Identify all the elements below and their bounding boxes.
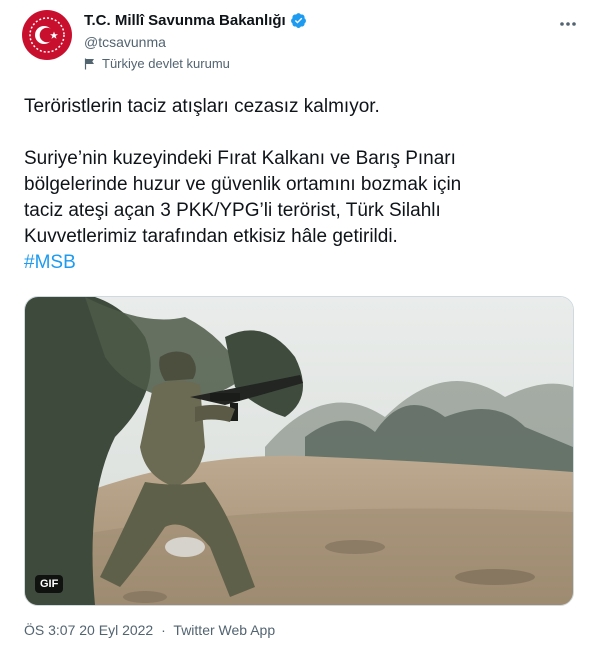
tweet-line: taciz ateşi açan 3 PKK/YPG’li terörist, …: [24, 200, 441, 221]
account-name-row: T.C. Millî Savunma Bakanlığı: [84, 12, 307, 29]
display-name[interactable]: T.C. Millî Savunma Bakanlığı: [84, 12, 286, 29]
affiliation-text: Türkiye devlet kurumu: [102, 56, 230, 71]
tweet-meta: ÖS 3:07 20 Eyl 2022 · Twitter Web App: [24, 622, 275, 638]
tweet-line: bölgelerinde huzur ve güvenlik ortamını …: [24, 174, 462, 195]
account-handle[interactable]: @tcsavunma: [84, 34, 166, 50]
more-dots-icon: [560, 22, 576, 26]
tweet-media-gif[interactable]: GIF: [24, 296, 574, 606]
account-avatar[interactable]: [22, 10, 72, 60]
tweet-date[interactable]: 20 Eyl 2022: [79, 622, 153, 638]
flag-icon: [84, 58, 94, 69]
tweet-line: Teröristlerin taciz atışları cezasız kal…: [24, 96, 380, 117]
gif-badge: GIF: [35, 575, 64, 593]
verified-badge-icon: [290, 13, 306, 28]
more-options-button[interactable]: [558, 14, 578, 34]
tweet-line: Suriye’nin kuzeyindeki Fırat Kalkanı ve …: [24, 148, 456, 169]
gif-image: [25, 297, 573, 605]
affiliation-label[interactable]: Türkiye devlet kurumu: [84, 56, 230, 71]
tweet-text: Teröristlerin taciz atışları cezasız kal…: [24, 94, 574, 276]
separator-dot: ·: [161, 622, 166, 638]
tweet-line: Kuvvetlerimiz tarafından etkisiz hâle ge…: [24, 226, 398, 247]
hashtag-link[interactable]: #MSB: [24, 252, 76, 273]
tweet-source[interactable]: Twitter Web App: [173, 622, 275, 638]
crescent-star-emblem-icon: [29, 17, 65, 53]
tweet-time[interactable]: ÖS 3:07: [24, 622, 75, 638]
